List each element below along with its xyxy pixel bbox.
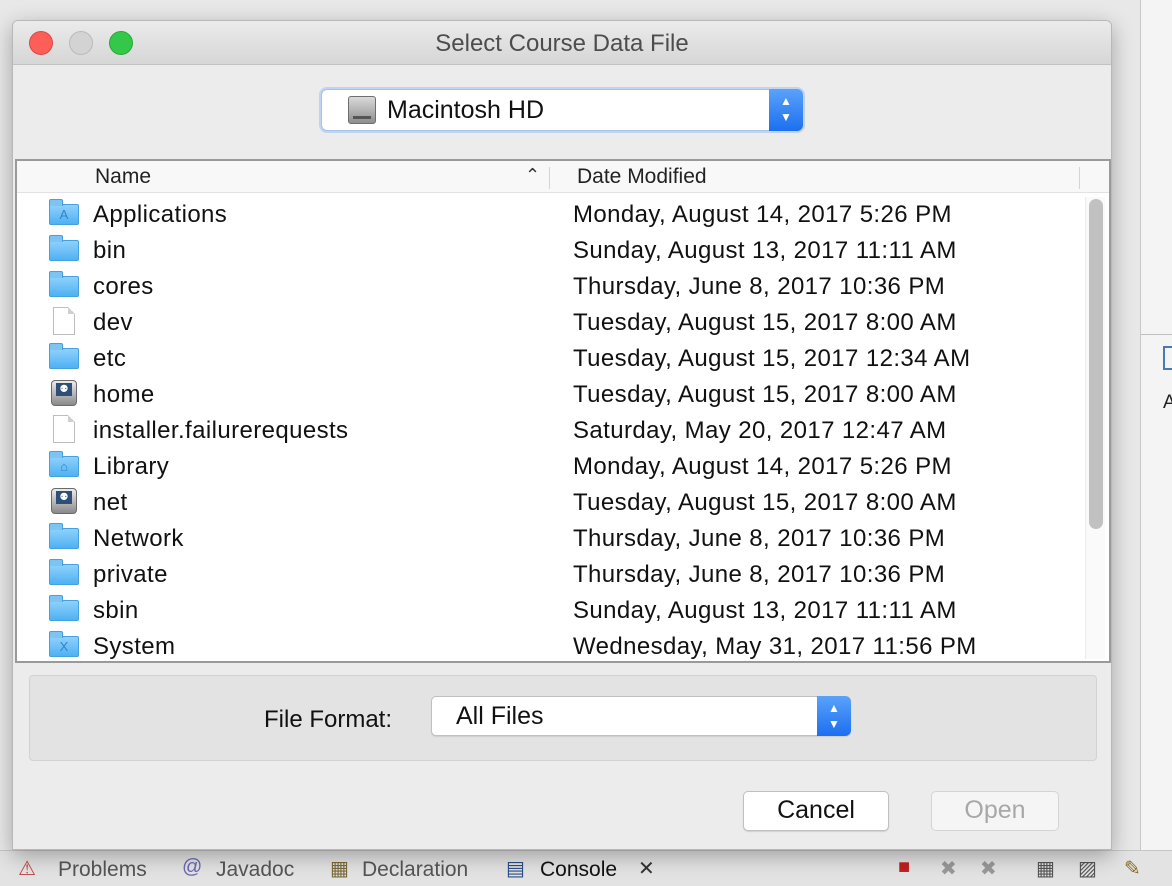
column-headers: Name ⌃ Date Modified (17, 161, 1109, 193)
remove-launch-icon[interactable]: ✖ (940, 856, 957, 881)
file-list: A Applications Monday, August 14, 2017 5:2… (17, 195, 1083, 661)
file-date: Tuesday, August 15, 2017 12:34 AM (573, 345, 971, 372)
location-popup[interactable]: Macintosh HD ▲ ▼ (321, 89, 803, 131)
file-name: Network (93, 525, 184, 552)
server-icon (49, 488, 79, 514)
file-row[interactable]: Network Thursday, June 8, 2017 10:36 PM (17, 519, 1083, 555)
file-row[interactable]: installer.failurerequests Saturday, May 2… (17, 411, 1083, 447)
file-name: Library (93, 453, 170, 480)
tab-declaration[interactable]: Declaration (362, 858, 468, 882)
document-icon (49, 307, 79, 335)
file-date: Tuesday, August 15, 2017 8:00 AM (573, 309, 957, 336)
pin-console-icon[interactable]: ✎ (1124, 856, 1141, 881)
terminate-icon[interactable]: ■ (898, 856, 910, 879)
column-header-date[interactable]: Date Modified (577, 165, 707, 189)
file-browser: Name ⌃ Date Modified A Applications Monday… (15, 159, 1111, 663)
column-header-name[interactable]: Name (95, 165, 151, 189)
file-row[interactable]: cores Thursday, June 8, 2017 10:36 PM (17, 267, 1083, 303)
file-date: Sunday, August 13, 2017 11:11 AM (573, 597, 957, 624)
column-divider[interactable] (549, 167, 550, 189)
file-date: Tuesday, August 15, 2017 8:00 AM (573, 489, 957, 516)
file-name: net (93, 489, 128, 516)
ide-right-panel: A (1140, 0, 1172, 850)
file-name: dev (93, 309, 133, 336)
file-name: cores (93, 273, 154, 300)
javadoc-icon: @ (182, 856, 203, 878)
file-name: bin (93, 237, 127, 264)
applications-folder-icon: A (49, 199, 79, 226)
tab-console[interactable]: Console (540, 858, 617, 882)
file-row[interactable]: private Thursday, June 8, 2017 10:36 PM (17, 555, 1083, 591)
scroll-lock-icon[interactable]: ▨ (1078, 856, 1097, 881)
clear-console-icon[interactable]: ▦ (1036, 856, 1055, 881)
title-bar: Select Course Data File (13, 21, 1111, 65)
file-row[interactable]: etc Tuesday, August 15, 2017 12:34 AM (17, 339, 1083, 375)
file-row[interactable]: dev Tuesday, August 15, 2017 8:00 AM (17, 303, 1083, 339)
vertical-scrollbar[interactable] (1085, 197, 1105, 659)
file-format-panel: File Format: All Files ▲ ▼ (29, 675, 1097, 761)
file-row[interactable]: X System Wednesday, May 31, 2017 11:56 PM (17, 627, 1083, 661)
file-date: Monday, August 14, 2017 5:26 PM (573, 201, 952, 228)
file-name: home (93, 381, 155, 408)
outline-icon[interactable] (1163, 346, 1172, 370)
problems-icon: ⚠ (18, 858, 36, 880)
file-name: installer.failurerequests (93, 417, 349, 444)
file-format-label: File Format: (264, 706, 393, 733)
file-name: Applications (93, 201, 228, 228)
dialog-title: Select Course Data File (435, 30, 689, 57)
file-name: System (93, 633, 176, 660)
panel-divider (1141, 334, 1172, 335)
folder-icon (49, 343, 79, 370)
file-name: etc (93, 345, 127, 372)
file-name: private (93, 561, 168, 588)
file-row[interactable]: sbin Sunday, August 13, 2017 11:11 AM (17, 591, 1083, 627)
folder-icon (49, 523, 79, 550)
scrollbar-thumb[interactable] (1089, 199, 1103, 529)
folder-icon (49, 559, 79, 586)
tab-problems[interactable]: Problems (58, 858, 147, 882)
file-date: Thursday, June 8, 2017 10:36 PM (573, 525, 946, 552)
hard-disk-icon (348, 96, 376, 124)
file-row[interactable]: net Tuesday, August 15, 2017 8:00 AM (17, 483, 1083, 519)
open-button[interactable]: Open (931, 791, 1059, 831)
file-date: Thursday, June 8, 2017 10:36 PM (573, 561, 946, 588)
folder-icon (49, 595, 79, 622)
panel-fragment-text: A (1163, 392, 1172, 413)
library-folder-icon: ⌂ (49, 451, 79, 478)
console-icon: ▤ (506, 858, 525, 880)
server-icon (49, 380, 79, 406)
location-label: Macintosh HD (387, 96, 544, 124)
declaration-icon: ▦ (330, 858, 349, 880)
remove-all-icon[interactable]: ✖ (980, 856, 997, 881)
file-format-value: All Files (456, 702, 544, 730)
cancel-button[interactable]: Cancel (743, 791, 889, 831)
open-file-dialog: Select Course Data File Macintosh HD ▲ ▼ … (12, 20, 1112, 850)
file-row[interactable]: ⌂ Library Monday, August 14, 2017 5:26 PM (17, 447, 1083, 483)
file-name: sbin (93, 597, 139, 624)
file-row[interactable]: home Tuesday, August 15, 2017 8:00 AM (17, 375, 1083, 411)
folder-icon (49, 271, 79, 298)
tab-javadoc[interactable]: Javadoc (216, 858, 294, 882)
file-row[interactable]: A Applications Monday, August 14, 2017 5:2… (17, 195, 1083, 231)
file-date: Thursday, June 8, 2017 10:36 PM (573, 273, 946, 300)
system-folder-icon: X (49, 631, 79, 658)
file-date: Saturday, May 20, 2017 12:47 AM (573, 417, 947, 444)
column-divider[interactable] (1079, 167, 1080, 189)
close-tab-icon[interactable]: ✕ (638, 856, 655, 881)
file-format-select[interactable]: All Files ▲ ▼ (431, 696, 851, 736)
file-date: Wednesday, May 31, 2017 11:56 PM (573, 633, 977, 660)
file-row[interactable]: bin Sunday, August 13, 2017 11:11 AM (17, 231, 1083, 267)
sort-ascending-icon[interactable]: ⌃ (525, 165, 540, 186)
document-icon (49, 415, 79, 443)
file-date: Monday, August 14, 2017 5:26 PM (573, 453, 952, 480)
file-date: Sunday, August 13, 2017 11:11 AM (573, 237, 957, 264)
popup-chevron-icon: ▲ ▼ (769, 89, 803, 131)
file-date: Tuesday, August 15, 2017 8:00 AM (573, 381, 957, 408)
popup-chevron-icon: ▲ ▼ (817, 696, 851, 736)
folder-icon (49, 235, 79, 262)
